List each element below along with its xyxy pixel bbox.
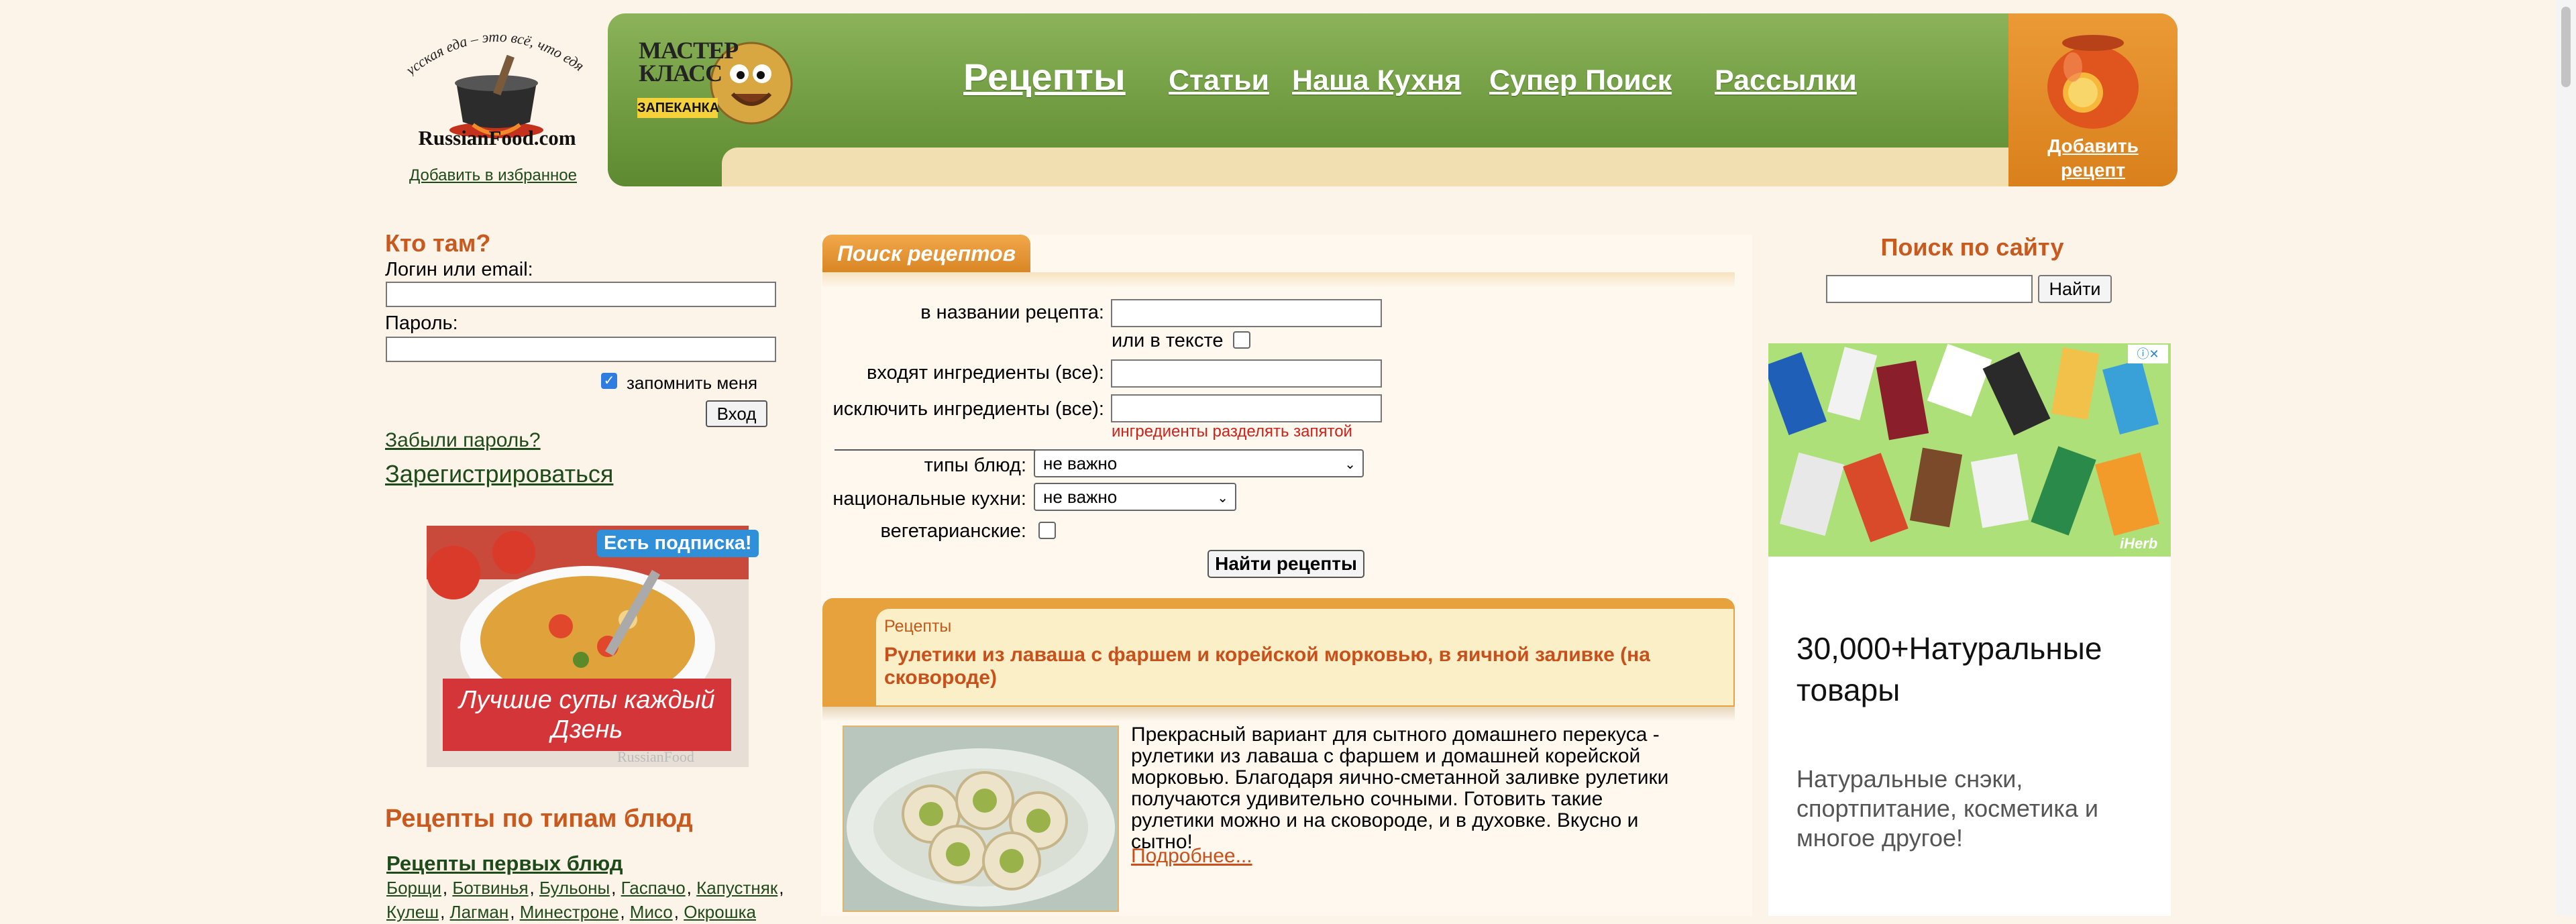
cuisine-label: национальные кухни: [833, 488, 1026, 510]
dish-link[interactable]: Борщи [386, 878, 441, 898]
vegetarian-label: вегетарианские: [880, 520, 1026, 542]
recipe-description: Прекрасный вариант для сытного домашнего… [1131, 724, 1669, 853]
dish-types-select[interactable]: не важно ⌄ [1034, 449, 1364, 477]
remember-me-label: запомнить меня [627, 373, 758, 393]
in-text-checkbox[interactable] [1233, 331, 1250, 349]
site-search-input[interactable] [1826, 275, 2033, 303]
dish-link[interactable]: Ботвинья [452, 878, 528, 898]
dish-types-select-value: не важно [1043, 453, 1118, 473]
dish-types-title: Рецепты по типам блюд [385, 805, 693, 833]
cuisine-select-value: не важно [1043, 487, 1118, 507]
login-button[interactable]: Вход [706, 400, 767, 427]
login-label: Логин или email: [385, 259, 533, 280]
search-tab-shadow [822, 272, 1735, 288]
ingredients-hint: ингредиенты разделять запятой [1112, 422, 1352, 441]
nav-articles[interactable]: Статьи [1169, 64, 1269, 97]
vegetarian-checkbox[interactable] [1038, 522, 1056, 539]
recipe-photo[interactable] [843, 726, 1119, 912]
header-strip [722, 148, 2008, 186]
add-recipe-link[interactable]: Добавить рецепт [2018, 134, 2168, 182]
dish-link[interactable]: Лагман [450, 902, 509, 922]
recipe-header-shadow [822, 707, 1735, 721]
find-recipes-button[interactable]: Найти рецепты [1208, 550, 1364, 578]
site-search-button[interactable]: Найти [2038, 275, 2112, 303]
iherb-brand: iHerb [2120, 535, 2158, 552]
nav-our-kitchen[interactable]: Наша Кухня [1292, 64, 1461, 97]
chevron-down-icon: ⌄ [1344, 457, 1356, 472]
exclude-ingredients-input[interactable] [1111, 394, 1382, 422]
recipe-photo-image [844, 727, 1118, 911]
soup-ad-text: Лучшие супы каждый Дзень [443, 679, 731, 751]
nav-newsletters[interactable]: Рассылки [1715, 64, 1857, 97]
dish-link[interactable]: Мисо [630, 902, 673, 922]
dish-link[interactable]: Окрошка [684, 902, 756, 922]
logo-text[interactable]: RussianFood.com [407, 126, 588, 150]
register-link[interactable]: Зарегистрироваться [385, 460, 613, 488]
site-search-title: Поиск по сайту [1880, 233, 2064, 261]
login-field[interactable] [386, 282, 776, 307]
scrollbar-thumb[interactable] [2561, 7, 2571, 87]
nav-super-search[interactable]: Супер Поиск [1489, 64, 1672, 97]
scrollbar[interactable] [2556, 0, 2576, 916]
ad-choices-icon[interactable]: ⓘ✕ [2128, 345, 2168, 363]
soup-ad-badge: Есть подписка! [597, 530, 759, 557]
dish-types-label: типы блюд: [924, 455, 1026, 476]
password-label: Пароль: [385, 312, 458, 334]
recipe-name-input[interactable] [1111, 299, 1382, 327]
dish-link[interactable]: Минестроне [520, 902, 619, 922]
include-ingredients-input[interactable] [1111, 359, 1382, 388]
iherb-ad-subtext: Натуральные снэки, спортпитание, космети… [1796, 765, 2098, 852]
dish-link[interactable]: Бульоны [539, 878, 610, 898]
iherb-ad-headline: 30,000+Натуральные товары [1796, 631, 2102, 707]
in-text-label: или в тексте [1112, 330, 1224, 351]
jar-icon [2047, 35, 2139, 129]
search-recipes-tab[interactable]: Поиск рецептов [822, 235, 1030, 272]
dish-link[interactable]: Кулеш [386, 902, 439, 922]
add-to-favorites-link[interactable]: Добавить в избранное [402, 166, 584, 185]
exclude-ingredients-label: исключить ингредиенты (все): [833, 398, 1104, 420]
chevron-down-icon: ⌄ [1217, 491, 1228, 506]
masterclass-badge: ЗАПЕКАНКА [637, 98, 719, 118]
iherb-ad-image[interactable] [1768, 343, 2171, 557]
dish-link[interactable]: Гаспачо [621, 878, 686, 898]
read-more-link[interactable]: Подробнее... [1131, 845, 1252, 868]
remember-me-checkbox[interactable]: ✓ [601, 373, 617, 389]
iherb-ad-text-area[interactable] [1768, 557, 2171, 916]
password-field[interactable] [386, 337, 776, 362]
name-search-label: в названии рецепта: [920, 302, 1104, 323]
login-title: Кто там? [385, 229, 491, 257]
dish-links-list: Борщи, Ботвинья, Бульоны, Гаспачо, Капус… [386, 878, 784, 922]
nav-recipes[interactable]: Рецепты [963, 55, 1126, 99]
recipe-category-link[interactable]: Рецепты [884, 617, 951, 636]
products-collage-image [1768, 343, 2171, 557]
soup-ad-watermark: RussianFood [617, 748, 694, 765]
first-dishes-link[interactable]: Рецепты первых блюд [386, 852, 623, 876]
cuisine-select[interactable]: не важно ⌄ [1034, 483, 1236, 511]
dish-link[interactable]: Капустняк [696, 878, 777, 898]
masterclass-title: МАСТЕР КЛАСС [639, 37, 739, 86]
recipe-title-link[interactable]: Рулетики из лаваша с фаршем и корейской … [884, 644, 1656, 689]
forgot-password-link[interactable]: Забыли пароль? [385, 429, 541, 452]
include-ingredients-label: входят ингредиенты (все): [867, 362, 1104, 384]
